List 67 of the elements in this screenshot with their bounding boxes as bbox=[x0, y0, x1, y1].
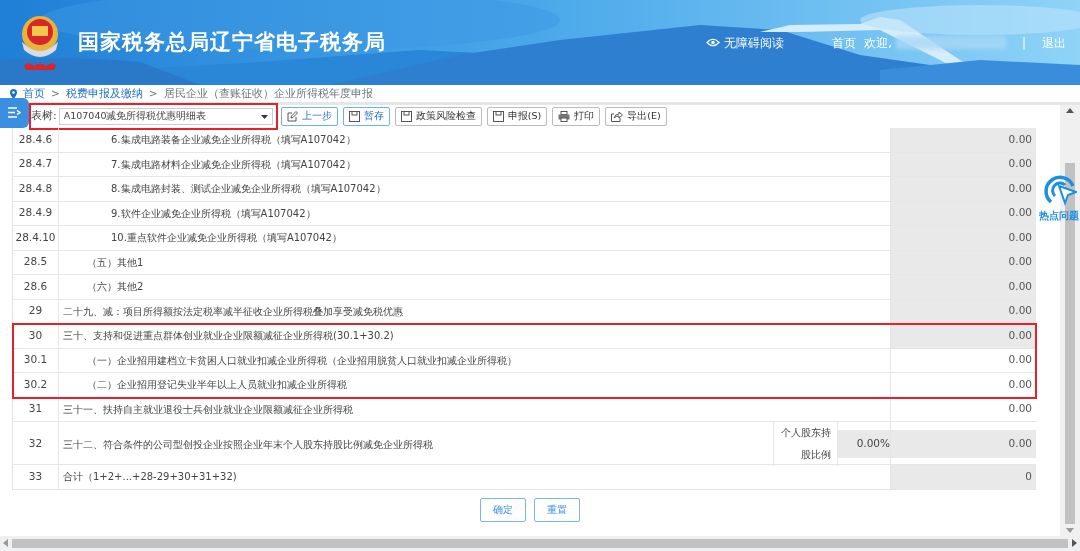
amount-field: 0.00 bbox=[891, 152, 1036, 176]
menu-icon bbox=[8, 107, 21, 118]
scrollbar-thumb[interactable] bbox=[12, 538, 1068, 548]
toolbar-button[interactable]: 打印 bbox=[552, 107, 601, 126]
breadcrumb-separator: > bbox=[148, 85, 158, 101]
row-number: 30.2 bbox=[13, 373, 59, 397]
amount-field: 0.00 bbox=[891, 201, 1036, 225]
breadcrumb-link[interactable]: 首页 bbox=[23, 85, 45, 102]
export-icon bbox=[611, 111, 624, 122]
welcome-text: 欢迎, bbox=[864, 34, 892, 52]
row-number: 30.1 bbox=[13, 348, 59, 372]
ratio-field: 0.00% bbox=[838, 430, 890, 458]
save-icon bbox=[400, 111, 412, 122]
scroll-up-icon[interactable] bbox=[1066, 108, 1074, 113]
save-icon bbox=[348, 111, 360, 122]
item-label: （二）企业招用登记失业半年以上人员就业扣减企业所得税 bbox=[59, 373, 891, 397]
row-number: 33 bbox=[13, 465, 59, 489]
row-number: 29 bbox=[13, 299, 59, 323]
printer-icon bbox=[558, 111, 571, 122]
row-number: 28.4.10 bbox=[13, 226, 59, 250]
breadcrumb-link[interactable]: 税费申报及缴纳 bbox=[65, 85, 143, 102]
edit-icon bbox=[286, 111, 298, 122]
toolbar-button[interactable]: 导出(E) bbox=[605, 107, 667, 126]
amount-field: 0.00 bbox=[891, 299, 1036, 323]
form-button[interactable]: 重置 bbox=[534, 497, 580, 522]
save-icon bbox=[492, 111, 504, 122]
row-number: 28.4.6 bbox=[13, 128, 59, 152]
row-number: 31 bbox=[13, 397, 59, 421]
amount-field: 0.00 bbox=[891, 430, 1036, 458]
table-select[interactable]: A107040减免所得税优惠明细表 bbox=[58, 108, 273, 125]
toolbar-button[interactable]: 暂存 bbox=[342, 107, 390, 126]
amount-field: 0 bbox=[891, 465, 1036, 489]
amount-field: 0.00 bbox=[891, 324, 1036, 348]
item-label: 三十一、扶持自主就业退役士兵创业就业企业限额减征企业所得税 bbox=[59, 397, 891, 421]
select-label: 表树: bbox=[31, 108, 57, 125]
location-icon bbox=[10, 88, 17, 99]
header-divider: | bbox=[1021, 34, 1026, 52]
breadcrumb-current: 居民企业（查账征收）企业所得税年度申报 bbox=[163, 85, 373, 101]
amount-field[interactable]: 0.00 bbox=[891, 348, 1036, 372]
scroll-down-icon[interactable] bbox=[1066, 528, 1074, 533]
toolbar-button[interactable]: 申报(S) bbox=[486, 107, 548, 126]
accessibility-link[interactable]: 无障碍阅读 bbox=[706, 33, 785, 52]
row-number: 28.6 bbox=[13, 275, 59, 299]
amount-field: 0.00 bbox=[891, 250, 1036, 274]
row-number: 32 bbox=[13, 422, 59, 466]
item-label: （一）企业招用建档立卡贫困人口就业扣减企业所得税（企业招用脱贫人口就业扣减企业所得税） bbox=[59, 348, 891, 372]
row-number: 30 bbox=[13, 324, 59, 348]
row-number: 28.4.7 bbox=[13, 152, 59, 176]
caret-icon bbox=[260, 114, 268, 119]
amount-field[interactable]: 0.00 bbox=[891, 397, 1036, 421]
site-title: 国家税务总局辽宁省电子税务局 bbox=[78, 28, 386, 56]
form-button[interactable]: 确定 bbox=[480, 497, 526, 522]
hot-topics-label[interactable]: 热点问题 bbox=[1039, 208, 1079, 223]
row-number: 28.5 bbox=[13, 250, 59, 274]
amount-field[interactable]: 0.00 bbox=[891, 373, 1036, 397]
eye-icon bbox=[706, 38, 721, 47]
amount-field: 0.00 bbox=[891, 128, 1036, 152]
amount-field: 0.00 bbox=[891, 226, 1036, 250]
item-label: 三十二、符合条件的公司型创投企业按照企业年末个人股东持股比例减免企业所得税 bbox=[59, 422, 774, 466]
row-number: 28.4.8 bbox=[13, 177, 59, 201]
toolbar-button[interactable]: 上一步 bbox=[280, 107, 338, 126]
toolbar-button[interactable]: 政策风险检查 bbox=[394, 107, 482, 126]
amount-field: 0.00 bbox=[891, 275, 1036, 299]
row-number: 28.4.9 bbox=[13, 201, 59, 225]
menu-button[interactable] bbox=[0, 97, 29, 128]
breadcrumb-separator: > bbox=[51, 85, 60, 101]
amount-field: 0.00 bbox=[891, 177, 1036, 201]
